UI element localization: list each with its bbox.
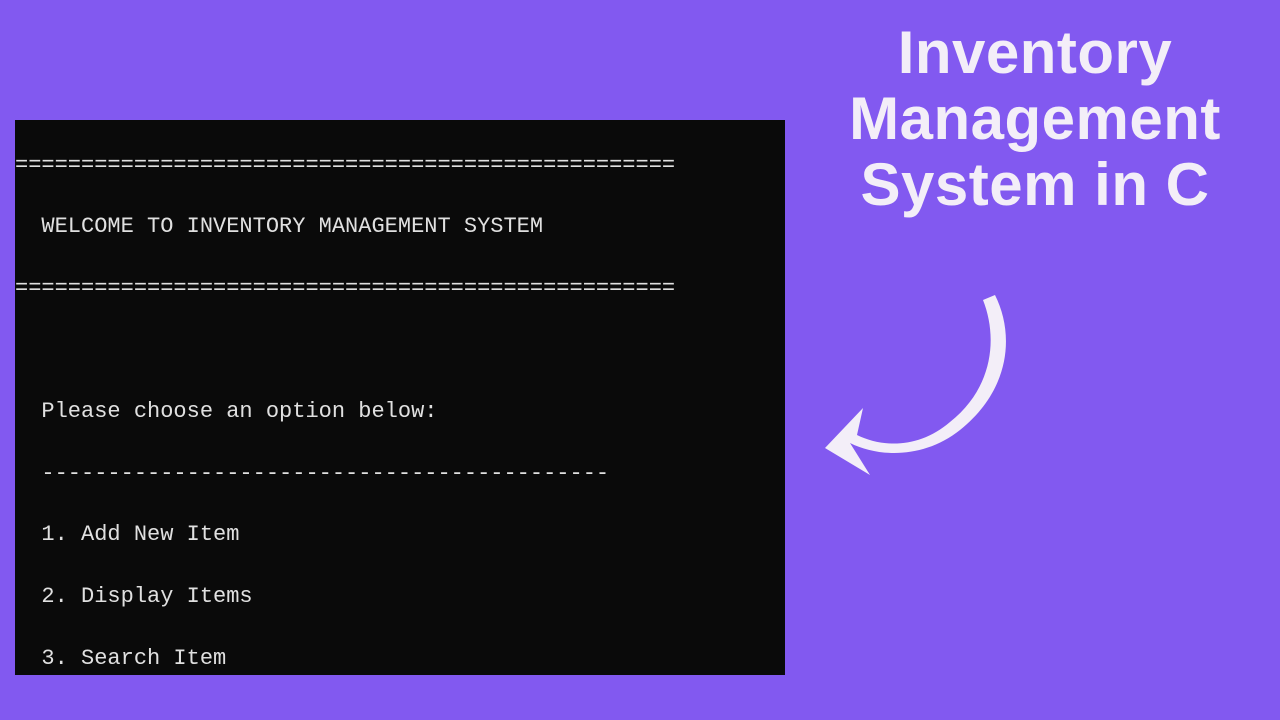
menu-item-search[interactable]: 3. Search Item (15, 644, 785, 675)
app-title: WELCOME TO INVENTORY MANAGEMENT SYSTEM (15, 212, 785, 243)
title-line-2: Management (820, 86, 1250, 152)
separator-bottom: ========================================… (15, 274, 785, 305)
title-line-1: Inventory (820, 20, 1250, 86)
title-line-3: System in C (820, 152, 1250, 218)
menu-separator-top: ----------------------------------------… (15, 459, 785, 490)
terminal-window: ========================================… (15, 120, 785, 675)
arrow-icon (815, 280, 1045, 480)
separator-top: ========================================… (15, 151, 785, 182)
menu-item-display[interactable]: 2. Display Items (15, 582, 785, 613)
terminal-output: ========================================… (15, 120, 785, 675)
page-title: Inventory Management System in C (820, 20, 1250, 218)
menu-item-add[interactable]: 1. Add New Item (15, 520, 785, 551)
prompt-intro: Please choose an option below: (15, 397, 785, 428)
